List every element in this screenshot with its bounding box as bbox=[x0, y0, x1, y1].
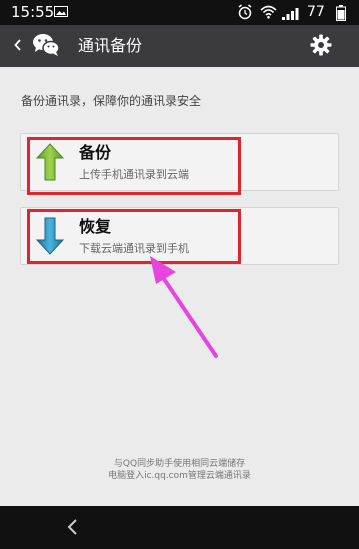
page-title: 通讯备份 bbox=[78, 36, 143, 55]
navigation-bar bbox=[0, 506, 359, 549]
status-time: 15:55 bbox=[11, 3, 55, 21]
wechat-icon[interactable] bbox=[32, 33, 60, 57]
image-notification-icon bbox=[54, 6, 68, 17]
gear-icon[interactable] bbox=[310, 34, 332, 56]
annotation-arrow bbox=[150, 256, 218, 358]
footer-line-2: 电脑登入ic.qq.com管理云端通讯录 bbox=[108, 471, 251, 481]
status-bar: 15:55 77 bbox=[0, 0, 359, 25]
back-chevron-icon[interactable] bbox=[14, 39, 21, 51]
backup-highlight-box bbox=[27, 137, 241, 195]
battery-percentage: 77 bbox=[307, 4, 325, 20]
footer-note: 与QQ同步助手使用相同云端储存 电脑登入ic.qq.com管理云端通讯录 bbox=[0, 458, 359, 482]
battery-icon bbox=[336, 5, 346, 21]
action-bar: 通讯备份 bbox=[0, 25, 359, 67]
description-text: 备份通讯录，保障你的通讯录安全 bbox=[21, 94, 202, 108]
signal-icon bbox=[282, 8, 299, 20]
wifi-icon bbox=[260, 5, 277, 19]
nav-back-icon[interactable] bbox=[66, 518, 78, 536]
alarm-icon bbox=[238, 4, 252, 20]
footer-line-1: 与QQ同步助手使用相同云端储存 bbox=[113, 459, 246, 469]
